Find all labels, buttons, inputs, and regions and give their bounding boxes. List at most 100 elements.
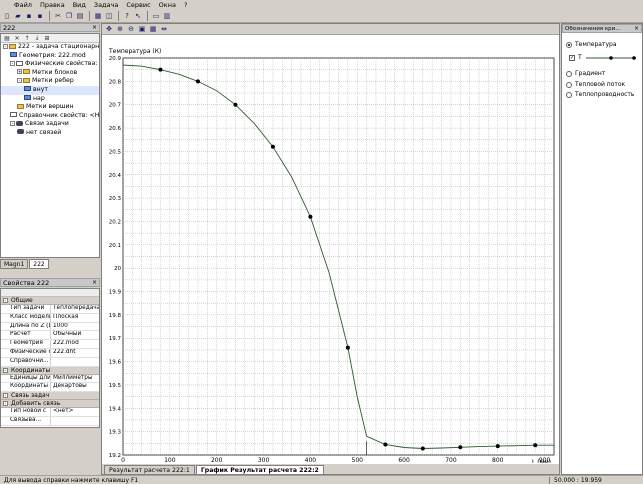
property-value[interactable]: 1000 bbox=[51, 323, 99, 331]
tree-props-icon[interactable]: ▤ bbox=[3, 35, 11, 42]
tree-node[interactable]: Геометрия: 222.mod bbox=[1, 52, 99, 61]
menu-item-6[interactable]: ? bbox=[184, 1, 187, 9]
tile-icon[interactable]: ▥ bbox=[162, 11, 172, 21]
property-category-label: Добавить связь bbox=[11, 400, 61, 408]
radio-button[interactable] bbox=[566, 91, 572, 98]
property-value[interactable]: Декартовы bbox=[51, 383, 99, 391]
property-row[interactable]: Связыва... bbox=[1, 416, 99, 426]
property-row[interactable]: Длина по Z (L) 1000 bbox=[1, 322, 99, 332]
expand-toggle-icon[interactable]: - bbox=[3, 43, 8, 49]
property-value[interactable]: Плоская bbox=[51, 314, 99, 322]
legend-option[interactable]: Градиент bbox=[566, 70, 605, 77]
property-category[interactable]: - Добавить связь bbox=[1, 400, 99, 409]
expand-toggle-icon[interactable]: - bbox=[10, 120, 15, 126]
paste-icon[interactable]: ▤ bbox=[75, 11, 85, 21]
tree-node[interactable]: - Связи задачи bbox=[1, 120, 99, 129]
tree-up-icon[interactable]: ↑ bbox=[23, 35, 31, 42]
legend-option[interactable]: Теплопроводность bbox=[566, 91, 634, 98]
preview-icon[interactable]: ◫ bbox=[104, 11, 114, 21]
menu-item-1[interactable]: Правка bbox=[40, 1, 65, 9]
property-row[interactable]: Физические св.222.dht bbox=[1, 348, 99, 358]
tab-magn1[interactable]: Magn1 bbox=[0, 259, 29, 269]
property-category[interactable]: - Координаты bbox=[1, 366, 99, 375]
property-row[interactable]: Класс модели Плоская bbox=[1, 313, 99, 323]
property-value[interactable]: 222.mod bbox=[51, 340, 99, 348]
menu-item-2[interactable]: Вид bbox=[73, 1, 86, 9]
close-icon[interactable]: × bbox=[92, 279, 99, 286]
menu-item-4[interactable]: Сервис bbox=[126, 1, 150, 9]
property-row[interactable]: Координаты Декартовы bbox=[1, 383, 99, 393]
new-file-icon[interactable]: ▯ bbox=[2, 11, 12, 21]
collapse-toggle-icon[interactable]: - bbox=[3, 367, 8, 373]
property-value[interactable]: 222.dht bbox=[51, 349, 99, 357]
tree-delete-icon[interactable]: ✕ bbox=[13, 35, 21, 42]
property-value[interactable] bbox=[51, 417, 99, 425]
radio-button[interactable] bbox=[566, 41, 572, 48]
property-value[interactable]: Обычный bbox=[51, 331, 99, 339]
tree-node[interactable]: - 222 - задача стационарной т bbox=[1, 43, 99, 52]
radio-button[interactable] bbox=[566, 81, 572, 88]
tree-node[interactable]: + Метки блоков bbox=[1, 69, 99, 78]
property-value[interactable]: Миллиметры bbox=[51, 375, 99, 383]
property-row[interactable]: Расчет Обычный bbox=[1, 331, 99, 341]
tree-node[interactable]: нар bbox=[1, 95, 99, 104]
legend-option[interactable]: Температура bbox=[566, 41, 617, 48]
property-row[interactable]: Тип новой с <нет> bbox=[1, 408, 99, 417]
property-row[interactable]: Геометрия 222.mod bbox=[1, 340, 99, 349]
context-help-icon[interactable]: ↖ bbox=[133, 11, 143, 21]
radio-button[interactable] bbox=[566, 70, 572, 77]
tree-node[interactable]: - Физические свойства: 222.d bbox=[1, 60, 99, 69]
print-icon[interactable]: ▦ bbox=[93, 11, 103, 21]
legend-option[interactable]: Тепловой поток bbox=[566, 81, 625, 88]
save-icon[interactable]: ▪ bbox=[24, 11, 34, 21]
zoom-in-icon[interactable]: ⊕ bbox=[115, 24, 125, 34]
property-row[interactable]: Тип задачиТеплопередача... bbox=[1, 305, 99, 314]
tree-node[interactable]: нет связей bbox=[1, 129, 99, 138]
close-icon[interactable]: × bbox=[634, 25, 641, 32]
doc-tab[interactable]: График Результат расчета 222:2 bbox=[195, 465, 324, 474]
series-toggle[interactable]: ✓ T bbox=[569, 54, 636, 61]
x-tick-label: 800 bbox=[492, 457, 504, 463]
property-category-label: Координаты bbox=[11, 366, 51, 374]
move-icon[interactable]: ✥ bbox=[104, 24, 114, 34]
checkbox[interactable]: ✓ bbox=[569, 54, 575, 61]
menu-item-5[interactable]: Окна bbox=[159, 1, 176, 9]
collapse-toggle-icon[interactable]: - bbox=[3, 393, 8, 399]
tree-down-icon[interactable]: ↓ bbox=[33, 35, 41, 42]
tree-node[interactable]: Метки вершин bbox=[1, 103, 99, 112]
save-all-icon[interactable]: ▪ bbox=[35, 11, 45, 21]
property-value[interactable] bbox=[51, 358, 99, 366]
menu-item-0[interactable]: Файл bbox=[14, 1, 32, 9]
tab-222[interactable]: 222 bbox=[29, 259, 49, 269]
collapse-toggle-icon[interactable]: - bbox=[3, 298, 8, 303]
legend-panel-title-text: Обозначения кри... bbox=[565, 25, 621, 32]
property-row[interactable]: Единицы длин Миллиметры bbox=[1, 374, 99, 384]
cut-icon[interactable]: ✂ bbox=[53, 11, 63, 21]
tree-node[interactable]: - Метки ребер bbox=[1, 77, 99, 86]
open-folder-icon[interactable]: ▰ bbox=[13, 11, 23, 21]
window-icon[interactable]: ▭ bbox=[151, 11, 161, 21]
copy-icon[interactable]: ❐ bbox=[64, 11, 74, 21]
expand-toggle-icon[interactable]: - bbox=[10, 60, 15, 66]
expand-toggle-icon[interactable]: + bbox=[17, 69, 22, 75]
collapse-toggle-icon[interactable]: - bbox=[3, 401, 8, 407]
tree-node[interactable]: внут bbox=[1, 85, 99, 95]
property-category[interactable]: - Общие bbox=[1, 297, 99, 305]
status-hint: Для вывода справки нажмите клавишу F1 bbox=[4, 476, 139, 484]
chart-properties-icon[interactable]: ▣ bbox=[137, 24, 147, 34]
temperature-chart[interactable]: 0 100 200 300 400 500 600 700 800 90019.219.319.4… bbox=[102, 36, 559, 463]
expand-toggle-icon[interactable]: - bbox=[17, 77, 22, 83]
help-icon[interactable]: ? bbox=[122, 11, 132, 21]
table-icon[interactable]: ▦ bbox=[148, 24, 158, 34]
property-category[interactable]: - Связь задач bbox=[1, 392, 99, 401]
tree-expand-icon[interactable]: ⊞ bbox=[43, 35, 51, 42]
menu-item-3[interactable]: Задача bbox=[94, 1, 118, 9]
tree-node[interactable]: Справочник свойств: <Не bbox=[1, 112, 99, 121]
doc-tab[interactable]: Результат расчета 222:1 bbox=[104, 465, 195, 474]
property-value[interactable]: Теплопередача... bbox=[51, 305, 99, 313]
zoom-out-icon[interactable]: ⊖ bbox=[126, 24, 136, 34]
close-icon[interactable]: × bbox=[92, 24, 99, 31]
property-value[interactable]: <нет> bbox=[51, 408, 99, 416]
property-row[interactable]: Справочни... bbox=[1, 357, 99, 367]
cursor-icon[interactable]: ⇹ bbox=[159, 24, 169, 34]
